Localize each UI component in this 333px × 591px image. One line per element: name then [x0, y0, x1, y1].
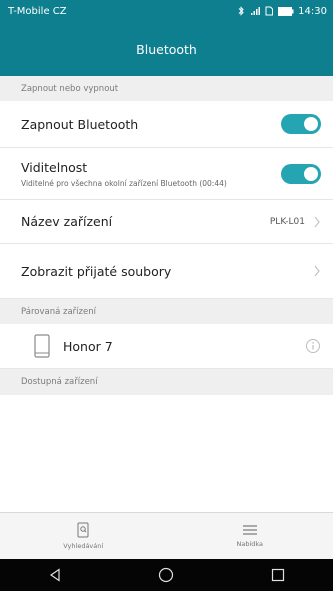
search-device-icon	[77, 522, 89, 538]
chevron-right-icon	[314, 216, 320, 227]
section-header-onoff: Zapnout nebo vypnout	[0, 76, 333, 101]
sim-icon	[265, 6, 274, 16]
device-name-row[interactable]: Název zařízení PLK-L01	[0, 200, 333, 244]
paired-device-row[interactable]: Honor 7	[0, 324, 333, 369]
paired-device-name: Honor 7	[63, 338, 113, 354]
carrier-label: T-Mobile CZ	[8, 5, 67, 17]
signal-icon	[251, 7, 261, 15]
bluetooth-switch[interactable]	[281, 114, 321, 134]
top-bar: T-Mobile CZ 14:30 Bluetooth	[0, 0, 333, 76]
status-bar: T-Mobile CZ 14:30	[0, 0, 333, 22]
back-icon[interactable]	[48, 568, 62, 582]
menu-button[interactable]: Nabídka	[167, 513, 333, 559]
recents-icon[interactable]	[271, 568, 285, 582]
home-icon[interactable]	[158, 567, 174, 583]
clock: 14:30	[298, 5, 327, 17]
received-files-row[interactable]: Zobrazit přijaté soubory	[0, 244, 333, 299]
chevron-right-icon	[314, 265, 320, 277]
phone-icon	[34, 334, 50, 358]
visibility-subtitle: Viditelné pro všechna okolní zařízení Bl…	[21, 178, 227, 188]
device-name-value: PLK-L01	[269, 216, 305, 227]
section-header-paired: Párovaná zařízení	[0, 299, 333, 324]
device-name-label: Název zařízení	[21, 214, 113, 229]
page-title: Bluetooth	[136, 41, 197, 57]
visibility-switch[interactable]	[281, 163, 321, 184]
battery-icon	[278, 6, 294, 16]
bluetooth-toggle-label: Zapnout Bluetooth	[21, 116, 139, 132]
bluetooth-toggle-row[interactable]: Zapnout Bluetooth	[0, 101, 333, 148]
system-nav-bar	[0, 559, 333, 591]
section-header-available: Dostupná zařízení	[0, 369, 333, 395]
search-button[interactable]: Vyhledávání	[0, 513, 167, 559]
info-icon[interactable]	[305, 338, 321, 354]
bluetooth-icon	[238, 6, 244, 16]
menu-label: Nabídka	[236, 540, 264, 548]
visibility-label: Viditelnost	[21, 159, 88, 175]
received-files-label: Zobrazit přijaté soubory	[21, 263, 172, 279]
menu-icon	[242, 525, 257, 535]
switch-knob	[304, 117, 318, 131]
visibility-toggle-row[interactable]: Viditelnost Viditelné pro všechna okolní…	[0, 148, 333, 200]
search-label: Vyhledávání	[63, 542, 104, 550]
switch-knob	[304, 166, 318, 181]
bottom-action-bar: Vyhledávání Nabídka	[0, 512, 333, 559]
